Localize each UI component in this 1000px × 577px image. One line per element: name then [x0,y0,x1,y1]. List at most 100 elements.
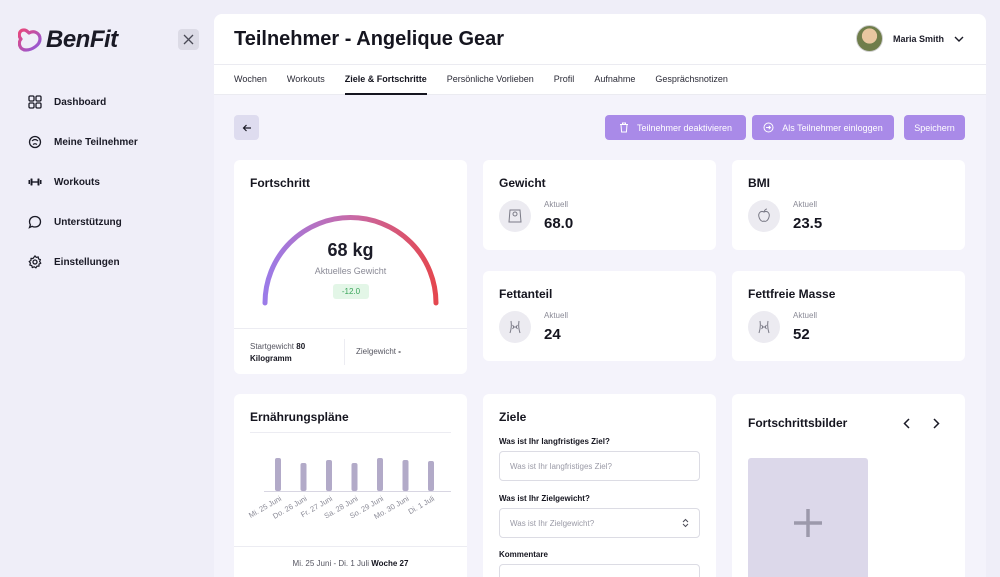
sidebar-item-label: Meine Teilnehmer [54,136,138,148]
nutrition-range: Mi. 25 Juni - Di. 1 Juli [292,559,370,568]
tab-goals-progress[interactable]: Ziele & Fortschritte [344,65,427,95]
chart-bar [275,458,281,491]
tab-weeks[interactable]: Wochen [234,65,267,95]
chart-bar [326,460,332,491]
tab-profile[interactable]: Profil [554,65,575,95]
chart-bar [377,458,383,491]
close-icon [183,34,194,45]
bmi-sub: Aktuell [793,200,818,209]
logo[interactable]: BenFit [18,26,118,54]
current-weight-label: Aktuelles Gewicht [314,266,387,276]
sidebar-item-dashboard[interactable]: Dashboard [28,92,138,112]
start-weight: Startgewicht 80 Kilogramm [250,341,340,365]
bmi-value: 23.5 [793,215,823,232]
nutrition-bar-chart: Mi. 25 JuniDo. 26 JuniFr. 27 JuniSa. 28 … [247,458,451,521]
tab-preferences[interactable]: Persönliche Vorlieben [447,65,534,95]
lean-mass-title: Fettfreie Masse [748,287,836,301]
goals-card: Ziele Was ist Ihr langfristiges Ziel? Wa… [483,394,716,577]
goal-weight: Zielgewicht - [356,347,401,356]
close-sidebar-button[interactable] [178,29,199,50]
progress-card: Fortschritt 68 kg Aktuelles Gewicht -12.… [234,160,467,374]
sidebar: BenFit Dashboard Meine Teilnehmer Workou… [0,0,214,577]
photos-next-button[interactable] [929,416,943,430]
user-menu[interactable]: Maria Smith [855,25,964,52]
benfit-logo-icon [18,28,42,52]
sidebar-item-participants[interactable]: Meine Teilnehmer [28,132,138,152]
fat-card: Fettanteil Aktuell 24 [483,271,716,361]
tab-intake[interactable]: Aufnahme [594,65,635,95]
dumbbell-icon [28,178,42,186]
nutrition-divider [250,432,451,433]
target-weight-input[interactable]: Was ist Ihr Zielgewicht? [499,508,700,538]
arrow-left-icon [242,124,251,131]
fat-value: 24 [544,326,561,343]
sidebar-item-settings[interactable]: Einstellungen [28,252,138,272]
start-weight-label: Startgewicht [250,342,295,351]
long-term-goal-label: Was ist Ihr langfristiges Ziel? [499,437,610,446]
gear-icon [28,255,42,269]
sidebar-nav: Dashboard Meine Teilnehmer Workouts Unte… [28,92,138,292]
avatar [855,25,883,52]
save-label: Speichern [914,122,955,133]
lean-mass-value: 52 [793,326,810,343]
sidebar-item-label: Einstellungen [54,256,120,268]
progress-photos-card: Fortschrittsbilder [732,394,965,577]
apple-measure-icon [748,200,780,232]
chart-bar [351,463,358,491]
sidebar-item-support[interactable]: Unterstützung [28,212,138,232]
lean-mass-sub: Aktuell [793,311,818,320]
comments-input[interactable] [499,564,700,577]
weight-value: 68.0 [544,215,574,232]
progress-title: Fortschritt [250,176,310,190]
goal-weight-label: Zielgewicht [356,347,397,356]
long-term-goal-input[interactable]: Was ist Ihr langfristiges Ziel? [499,451,700,481]
chart-bar [402,460,409,491]
tab-workouts[interactable]: Workouts [287,65,325,95]
fat-sub: Aktuell [544,311,569,320]
trash-icon [619,122,628,133]
nutrition-card: Ernährungspläne Mi. 25 Juni Do. 26 Juni Fr… [234,394,467,577]
chevron-left-icon [902,417,910,429]
sidebar-item-label: Unterstützung [54,216,122,228]
goals-title: Ziele [499,410,527,424]
login-icon [763,122,774,133]
stepper-icon[interactable] [682,518,689,528]
grid-icon [28,95,42,109]
body-fat-icon [499,311,531,343]
save-button[interactable]: Speichern [904,115,965,140]
current-weight-value: 68 kg [327,240,374,260]
nutrition-week: Woche 27 [371,559,409,568]
add-photo-button[interactable] [748,458,868,577]
login-as-label: Als Teilnehmer einloggen [782,122,883,133]
chart-bar [428,461,434,491]
sidebar-item-label: Dashboard [54,96,107,108]
user-name: Maria Smith [892,33,944,44]
chart-bar [300,463,307,491]
sidebar-item-workouts[interactable]: Workouts [28,172,138,192]
target-weight-label: Was ist Ihr Zielgewicht? [499,494,590,503]
deactivate-label: Teilnehmer deaktivieren [636,122,733,133]
target-weight-placeholder: Was ist Ihr Zielgewicht? [510,518,595,528]
fat-title: Fettanteil [499,287,553,301]
photos-prev-button[interactable] [899,416,913,430]
weight-title: Gewicht [499,176,546,190]
plus-icon [794,509,822,537]
login-as-participant-button[interactable]: Als Teilnehmer einloggen [752,115,894,140]
chevron-right-icon [932,417,940,429]
scale-icon [499,200,531,232]
deactivate-participant-button[interactable]: Teilnehmer deaktivieren [605,115,746,140]
progress-footer: Startgewicht 80 Kilogramm Zielgewicht - [234,328,467,374]
sidebar-item-label: Workouts [54,176,100,188]
comments-label: Kommentare [499,550,548,559]
back-button[interactable] [234,115,259,140]
footer-divider [344,339,345,365]
participants-icon [28,135,42,149]
bmi-card: BMI Aktuell 23.5 [732,160,965,250]
topbar: Teilnehmer - Angelique Gear Maria Smith [214,14,986,64]
tab-bar: Wochen Workouts Ziele & Fortschritte Per… [214,64,986,95]
long-term-goal-placeholder: Was ist Ihr langfristiges Ziel? [510,461,612,471]
tab-notes[interactable]: Gesprächsnotizen [655,65,728,95]
lean-mass-icon [748,311,780,343]
logo-text: BenFit [46,26,118,53]
nutrition-footer: Mi. 25 Juni - Di. 1 Juli Woche 27 [234,546,467,577]
